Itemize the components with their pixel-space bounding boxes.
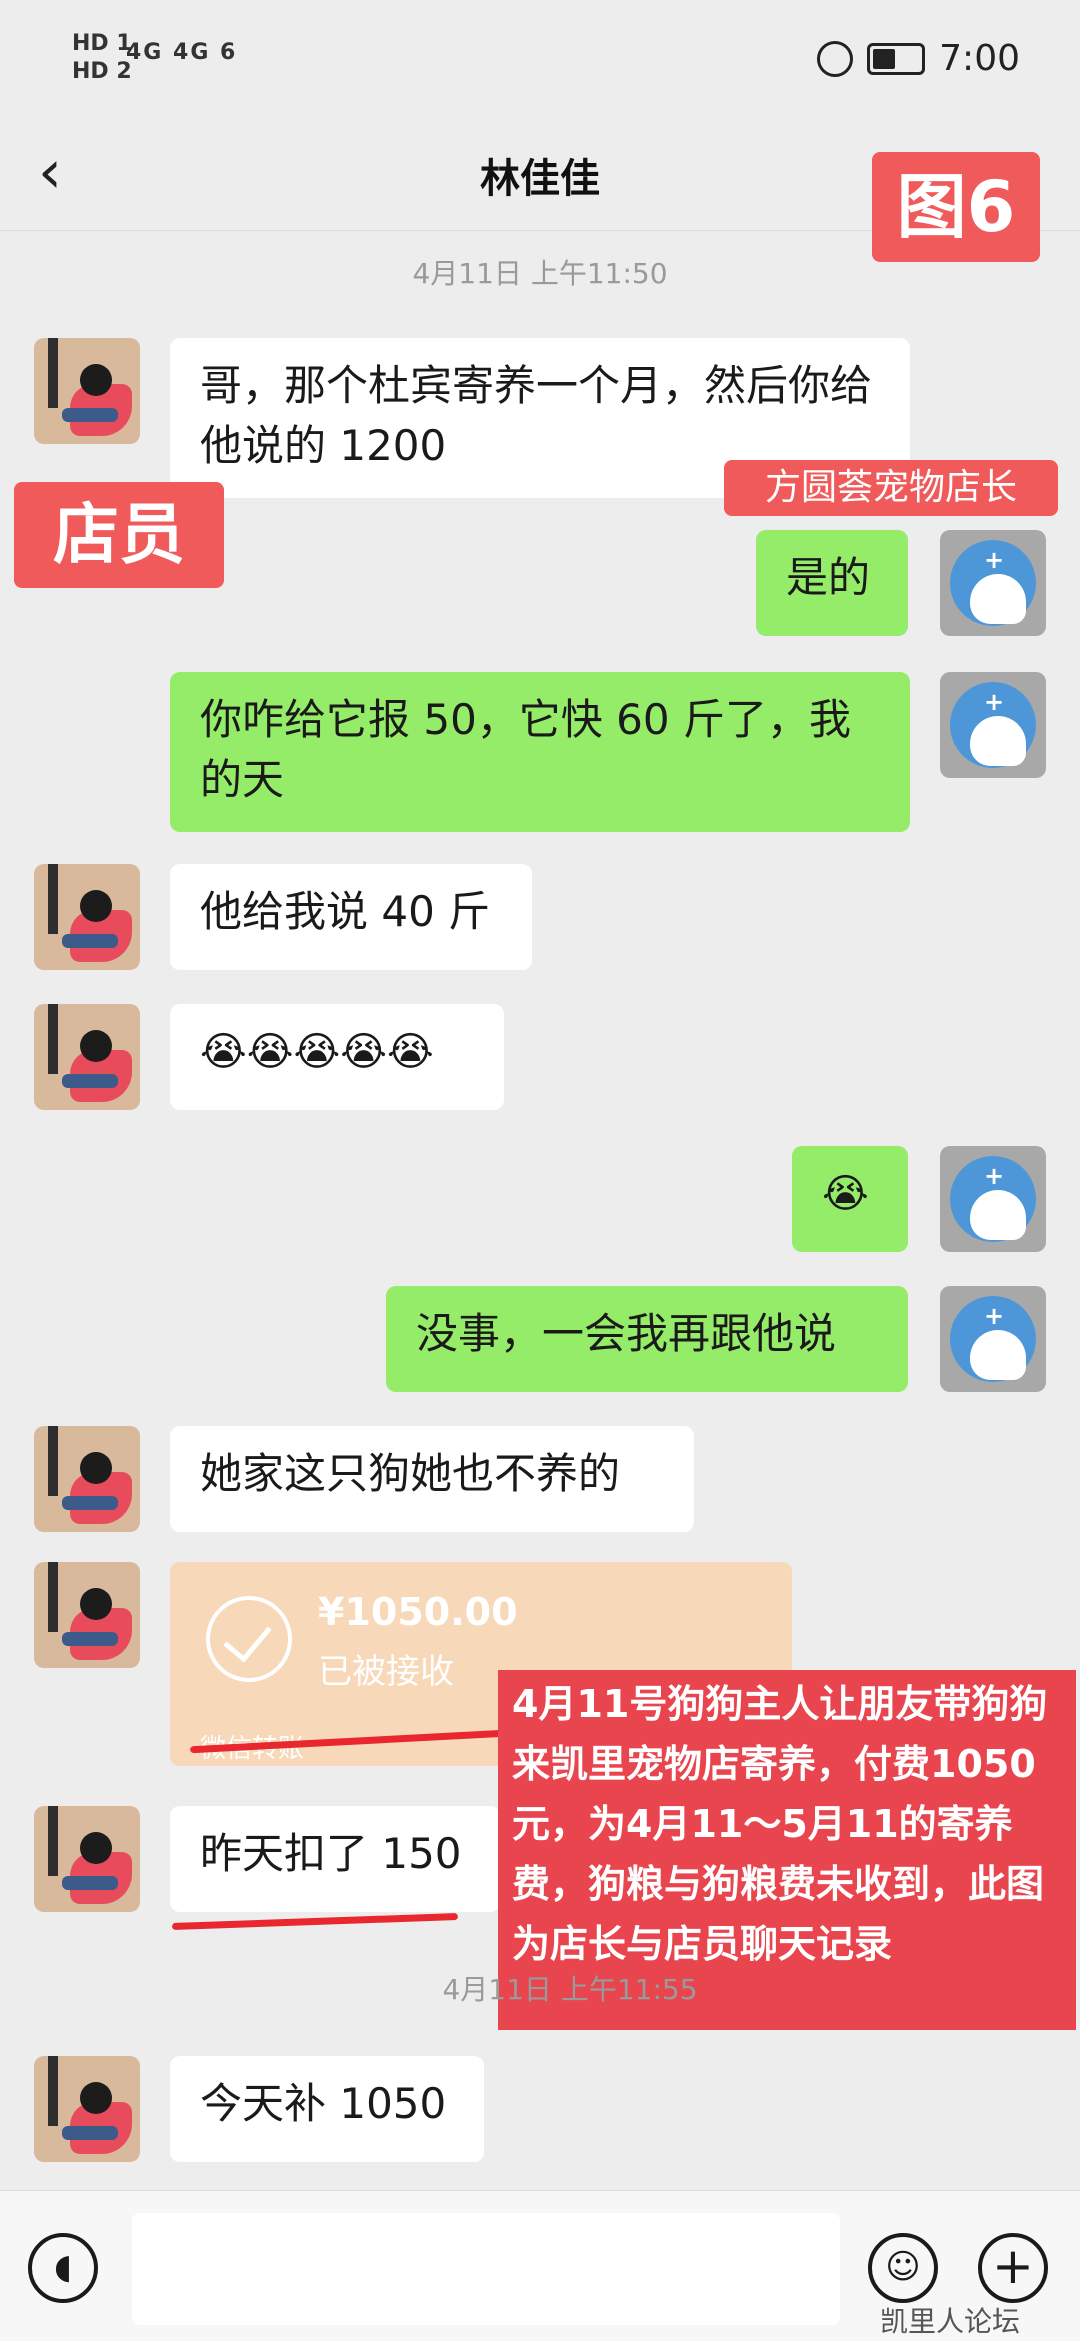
message-bubble[interactable]: 她家这只狗她也不养的 bbox=[170, 1426, 694, 1532]
hd-indicators: HD 1 HD 2 bbox=[72, 30, 132, 86]
message-bubble[interactable]: 是的 bbox=[756, 530, 908, 636]
message-bubble[interactable]: 😭😭😭😭😭 bbox=[170, 1004, 504, 1110]
message-bubble[interactable]: 😭 bbox=[792, 1146, 908, 1252]
clock: 7:00 bbox=[939, 38, 1020, 79]
self-avatar[interactable]: + bbox=[940, 1286, 1046, 1392]
contact-avatar[interactable] bbox=[34, 864, 140, 970]
contact-avatar[interactable] bbox=[34, 1562, 140, 1668]
owner-label: 方圆荟宠物店长 bbox=[724, 460, 1058, 516]
contact-avatar[interactable] bbox=[34, 2056, 140, 2162]
contact-avatar[interactable] bbox=[34, 1004, 140, 1110]
transfer-amount: ¥1050.00 bbox=[318, 1590, 518, 1634]
message-timestamp: 4月11日 上午11:55 bbox=[442, 1973, 698, 2006]
message-bubble[interactable]: 你咋给它报 50，它快 60 斤了，我的天 bbox=[170, 672, 910, 832]
alarm-icon bbox=[817, 40, 854, 77]
hd1-label: HD 1 bbox=[72, 31, 132, 56]
self-avatar[interactable]: + bbox=[940, 530, 1046, 636]
contact-avatar[interactable] bbox=[34, 1806, 140, 1912]
forum-watermark: 凯里人论坛 bbox=[880, 2305, 1021, 2338]
contact-avatar[interactable] bbox=[34, 1426, 140, 1532]
self-avatar[interactable]: + bbox=[940, 1146, 1046, 1252]
emoji-icon[interactable]: ☺ bbox=[868, 2233, 938, 2303]
signal-icon: 4G 4G 6 bbox=[126, 40, 238, 65]
figure-label: 图6 bbox=[872, 152, 1040, 262]
message-bubble[interactable]: 他给我说 40 斤 bbox=[170, 864, 532, 970]
message-bubble[interactable]: 今天补 1050 bbox=[170, 2056, 484, 2162]
red-underline bbox=[171, 1913, 459, 1930]
transfer-status: 已被接收 bbox=[318, 1652, 454, 1692]
message-bubble[interactable]: 没事，一会我再跟他说 bbox=[386, 1286, 908, 1392]
message-timestamp: 4月11日 上午11:50 bbox=[412, 257, 668, 290]
check-icon bbox=[206, 1596, 292, 1682]
staff-label: 店员 bbox=[14, 482, 224, 588]
status-right: 7:00 bbox=[817, 38, 1020, 79]
battery-icon bbox=[867, 42, 926, 75]
hd2-label: HD 2 bbox=[72, 59, 132, 84]
contact-avatar[interactable] bbox=[34, 338, 140, 444]
self-avatar[interactable]: + bbox=[940, 672, 1046, 778]
voice-icon[interactable]: ◖ bbox=[28, 2233, 98, 2303]
message-input[interactable] bbox=[132, 2213, 840, 2325]
status-bar: HD 1 HD 2 4G 4G 6 7:00 bbox=[0, 0, 1080, 120]
message-bubble[interactable]: 昨天扣了 150 bbox=[170, 1806, 500, 1912]
plus-icon[interactable]: + bbox=[978, 2233, 1048, 2303]
